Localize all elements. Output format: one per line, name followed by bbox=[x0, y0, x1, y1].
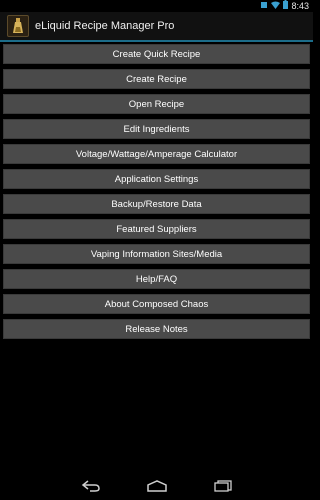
battery-icon bbox=[283, 0, 289, 12]
featured-suppliers-button[interactable]: Featured Suppliers bbox=[3, 219, 310, 239]
app-title: eLiquid Recipe Manager Pro bbox=[35, 20, 175, 32]
navigation-bar bbox=[0, 472, 313, 500]
app-bottle-icon[interactable] bbox=[7, 15, 29, 37]
edit-ingredients-button[interactable]: Edit Ingredients bbox=[3, 119, 310, 139]
create-quick-recipe-button[interactable]: Create Quick Recipe bbox=[3, 44, 310, 64]
create-recipe-button[interactable]: Create Recipe bbox=[3, 69, 310, 89]
backup-restore-button[interactable]: Backup/Restore Data bbox=[3, 194, 310, 214]
home-icon[interactable] bbox=[145, 478, 169, 494]
status-time: 8:43 bbox=[291, 1, 309, 11]
back-icon[interactable] bbox=[79, 478, 103, 494]
notification-icon bbox=[260, 0, 268, 12]
status-bar: 8:43 bbox=[0, 0, 313, 12]
about-button[interactable]: About Composed Chaos bbox=[3, 294, 310, 314]
open-recipe-button[interactable]: Open Recipe bbox=[3, 94, 310, 114]
vaping-info-button[interactable]: Vaping Information Sites/Media bbox=[3, 244, 310, 264]
status-icons: 8:43 bbox=[260, 0, 309, 12]
recent-apps-icon[interactable] bbox=[211, 478, 235, 494]
calculator-button[interactable]: Voltage/Wattage/Amperage Calculator bbox=[3, 144, 310, 164]
main-menu: Create Quick Recipe Create Recipe Open R… bbox=[3, 44, 310, 344]
help-faq-button[interactable]: Help/FAQ bbox=[3, 269, 310, 289]
application-settings-button[interactable]: Application Settings bbox=[3, 169, 310, 189]
release-notes-button[interactable]: Release Notes bbox=[3, 319, 310, 339]
wifi-icon bbox=[271, 0, 281, 12]
action-bar: eLiquid Recipe Manager Pro bbox=[0, 12, 313, 42]
